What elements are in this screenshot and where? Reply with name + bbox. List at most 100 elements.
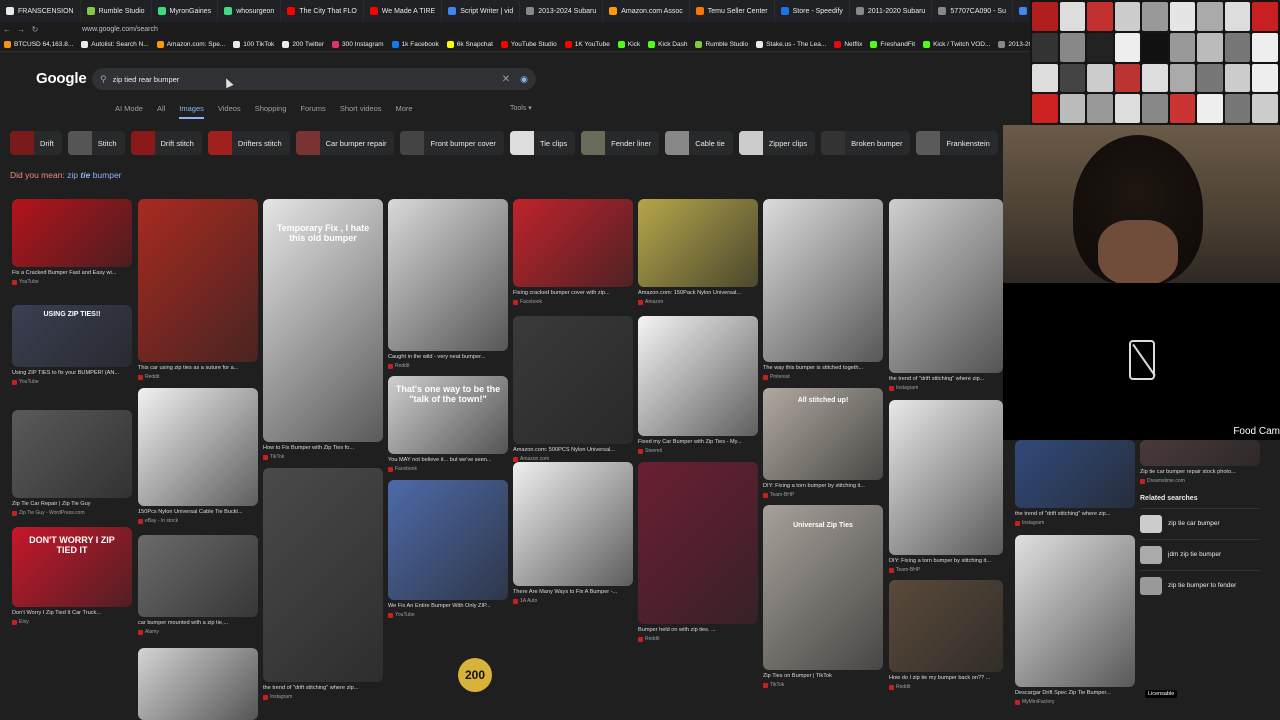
chip-drift[interactable]: Drift <box>10 131 62 155</box>
bookmark-item[interactable]: Kick Dash <box>644 40 691 48</box>
browser-tab[interactable]: 57707CA090 - Su <box>932 0 1013 22</box>
image-result[interactable]: Fixing cracked bumper cover with zip... F… <box>513 199 633 309</box>
result-image[interactable] <box>513 462 633 586</box>
result-image[interactable] <box>889 199 1003 373</box>
result-caption[interactable]: Don't Worry I Zip Tied It Car Truck... <box>12 610 132 616</box>
result-caption[interactable]: car bumper mounted with a zip tie,... <box>138 620 258 626</box>
google-lens-icon[interactable]: ◉ <box>520 74 528 85</box>
chip-front-bumper-cover[interactable]: Front bumper cover <box>400 131 504 155</box>
image-result[interactable]: The way this bumper is stitched togeth..… <box>763 199 883 384</box>
browser-tab[interactable]: Temu Seller Center <box>690 0 775 22</box>
bookmark-item[interactable]: Kick / Twitch VOD... <box>919 40 994 48</box>
result-image[interactable] <box>638 316 758 436</box>
result-caption[interactable]: Zip Tie Car Repair | Zip Tie Guy <box>12 501 132 507</box>
related-search-item[interactable]: zip tie bumper to fender <box>1140 570 1260 596</box>
result-image[interactable] <box>388 480 508 600</box>
result-caption[interactable]: Amazon.com: 500PCS Nylon Universal... <box>513 447 633 453</box>
result-image[interactable] <box>138 388 258 506</box>
image-result[interactable]: Universal Zip Ties Zip Ties on Bumper | T… <box>763 505 883 692</box>
result-caption[interactable]: Fix a Cracked Bumper Fast and Easy wi... <box>12 270 132 276</box>
result-image[interactable] <box>12 410 132 498</box>
image-result[interactable]: How do I zip tie my bumper back on?? ...… <box>138 648 258 720</box>
bookmark-item[interactable]: Kick <box>614 40 644 48</box>
tab-forums[interactable]: Forums <box>300 104 325 119</box>
bookmark-item[interactable]: Stake.us - The Lea... <box>752 40 830 48</box>
bookmark-item[interactable]: Netflix <box>830 40 866 48</box>
tools-button[interactable]: Tools ▾ <box>510 104 532 112</box>
result-image[interactable] <box>638 199 758 287</box>
browser-tab[interactable]: 2011-2020 Subaru <box>850 0 933 22</box>
image-result[interactable]: Caught in the wild - very neat bumper...… <box>388 199 508 373</box>
image-result[interactable]: How do I zip tie my bumper back on?? ...… <box>889 580 1003 694</box>
bookmark-item[interactable]: FreshandFit <box>866 40 919 48</box>
image-result[interactable]: Fix a Cracked Bumper Fast and Easy wi...… <box>12 199 132 289</box>
chip-frankenstein[interactable]: Frankenstein <box>916 131 998 155</box>
result-caption[interactable]: How do I zip tie my bumper back on?? ... <box>889 675 1003 681</box>
image-result[interactable]: Fixed my Car Bumper with Zip Ties - My..… <box>638 316 758 458</box>
browser-tab[interactable]: whosurgeon <box>218 0 282 22</box>
result-caption[interactable]: You MAY not believe it... but we've seen… <box>388 457 508 463</box>
image-result[interactable]: Zip tie car bumper repair stock photo...… <box>1140 440 1260 488</box>
image-result[interactable]: This car using zip ties as a suture for … <box>138 199 258 384</box>
tab-more[interactable]: More <box>396 104 413 119</box>
result-caption[interactable]: Zip Ties on Bumper | TikTok <box>763 673 883 679</box>
browser-tab[interactable]: FRANSCENSION <box>0 0 81 22</box>
result-caption[interactable]: Zip tie car bumper repair stock photo... <box>1140 469 1260 475</box>
image-result[interactable]: All stitched up! DIY: Fixing a torn bumpe… <box>763 388 883 502</box>
image-result[interactable]: Amazon.com: 500PCS Nylon Universal... Ama… <box>513 316 633 466</box>
image-result[interactable]: USING ZIP TIES!! Using ZIP TIES to fix yo… <box>12 305 132 389</box>
bookmark-item[interactable]: YouTube Studio <box>497 40 561 48</box>
tab-all[interactable]: All <box>157 104 165 119</box>
result-caption[interactable]: Bumper held on with zip ties. ... <box>638 627 758 633</box>
result-caption[interactable]: 150Pcs Nylon Universal Cable Tie Buckl..… <box>138 509 258 515</box>
result-image[interactable] <box>763 505 883 670</box>
result-caption[interactable]: The way this bumper is stitched togeth..… <box>763 365 883 371</box>
image-result[interactable]: 150Pcs Nylon Universal Cable Tie Buckl..… <box>138 388 258 528</box>
address-bar[interactable]: ← → ↻ www.google.com/search <box>0 22 1030 37</box>
search-box[interactable]: ⚲ ✕ ◉ <box>92 68 536 90</box>
result-image[interactable] <box>889 580 1003 672</box>
chip-car-bumper-repair[interactable]: Car bumper repair <box>295 131 395 155</box>
chip-drifters-stitch[interactable]: Drifters stitch <box>207 131 290 155</box>
result-caption[interactable]: Fixed my Car Bumper with Zip Ties - My..… <box>638 439 758 445</box>
bookmark-item[interactable]: 1k Facebook <box>388 40 443 48</box>
tab-short-videos[interactable]: Short videos <box>340 104 382 119</box>
bookmark-item[interactable]: Rumble Studio <box>691 40 752 48</box>
browser-tab[interactable]: Rumble Studio <box>81 0 152 22</box>
result-image[interactable] <box>513 316 633 444</box>
forward-icon[interactable]: → <box>14 25 28 34</box>
result-caption[interactable]: We Fix An Entire Bumper With Only ZIP... <box>388 603 508 609</box>
bookmark-item[interactable]: 300 Instagram <box>328 40 388 48</box>
chip-drift-stitch[interactable]: Drift stitch <box>130 131 202 155</box>
search-input[interactable] <box>112 74 502 84</box>
bookmark-item[interactable]: 2013-20 <box>994 40 1030 48</box>
image-result[interactable]: There Are Many Ways to Fix A Bumper -...… <box>513 462 633 608</box>
result-caption[interactable]: Amazon.com: 150Pack Nylon Universal... <box>638 290 758 296</box>
bookmark-item[interactable]: 100 TikTok <box>229 40 278 48</box>
image-result[interactable]: Temporary Fix , I hate this old bumper Ho… <box>263 199 383 464</box>
image-result[interactable]: the trend of "drift stitching" where zip… <box>263 468 383 704</box>
image-result[interactable]: Bumper held on with zip ties. ... Reddit <box>638 462 758 646</box>
browser-tab[interactable]: Amazon.com Assoc <box>603 0 690 22</box>
result-image[interactable] <box>1140 440 1260 466</box>
result-caption[interactable]: This car using zip ties as a suture for … <box>138 365 258 371</box>
chip-tie-clips[interactable]: Tie clips <box>509 131 576 155</box>
result-image[interactable] <box>12 199 132 267</box>
result-image[interactable] <box>138 535 258 617</box>
bookmark-item[interactable]: 200 Twitter <box>278 40 328 48</box>
result-caption[interactable]: Using ZIP TIES to fix your BUMPER! (AN..… <box>12 370 132 376</box>
image-result[interactable]: car bumper mounted with a zip tie,... Ala… <box>138 535 258 639</box>
result-caption[interactable]: the trend of "drift stitching" where zip… <box>889 376 1003 382</box>
image-result[interactable]: DIY: Fixing a torn bumper by stitching i… <box>889 400 1003 577</box>
result-image[interactable] <box>1015 535 1135 687</box>
result-caption[interactable]: Caught in the wild - very neat bumper... <box>388 354 508 360</box>
browser-tab[interactable]: MyronGaines <box>152 0 219 22</box>
chip-broken-bumper[interactable]: Broken bumper <box>821 131 911 155</box>
result-image[interactable] <box>889 400 1003 555</box>
image-result[interactable]: Amazon.com: 150Pack Nylon Universal... Am… <box>638 199 758 309</box>
result-image[interactable] <box>763 199 883 362</box>
did-you-mean-link[interactable]: zip tie bumper <box>67 170 121 180</box>
browser-tab[interactable]: The City That FLO <box>281 0 364 22</box>
url-text[interactable]: www.google.com/search <box>82 26 158 33</box>
result-caption[interactable]: the trend of "drift stitching" where zip… <box>1015 511 1135 517</box>
